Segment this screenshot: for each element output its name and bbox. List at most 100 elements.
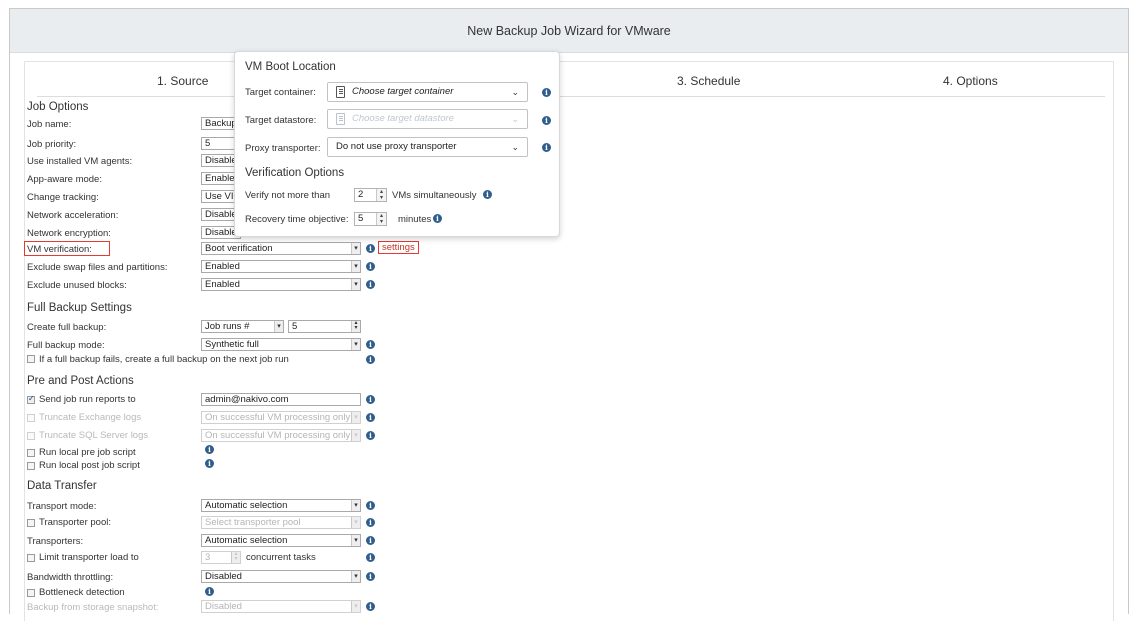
create-full-backup-select[interactable]: Job runs # ▾ xyxy=(201,320,284,333)
full-backup-mode-select[interactable]: Synthetic full ▾ xyxy=(201,338,361,351)
info-icon[interactable]: i xyxy=(205,587,214,596)
spinner-arrows-icon[interactable]: ▴ ▾ xyxy=(351,321,360,332)
full-backup-fail-label: If a full backup fails, create a full ba… xyxy=(39,354,289,365)
storage-snapshot-value: Disabled xyxy=(205,601,242,612)
chevron-down-icon: ▾ xyxy=(351,261,360,272)
info-icon[interactable]: i xyxy=(205,459,214,468)
proxy-transporter-select[interactable]: Do not use proxy transporter ⌄ xyxy=(327,137,528,157)
exclude-unused-select[interactable]: Enabled ▾ xyxy=(201,278,361,291)
tab-schedule[interactable]: 3. Schedule xyxy=(677,74,740,88)
network-encryption-label: Network encryption: xyxy=(27,228,111,239)
job-priority-label: Job priority: xyxy=(27,139,77,150)
limit-load-suffix: concurrent tasks xyxy=(246,552,316,563)
vm-verification-select[interactable]: Boot verification ▾ xyxy=(201,242,361,255)
transport-mode-select[interactable]: Automatic selection ▾ xyxy=(201,499,361,512)
truncate-exchange-label: Truncate Exchange logs xyxy=(39,412,142,423)
info-icon[interactable]: i xyxy=(205,445,214,454)
limit-load-checkbox[interactable] xyxy=(27,554,35,562)
info-icon[interactable]: i xyxy=(366,395,375,404)
proxy-transporter-label: Proxy transporter: xyxy=(245,143,321,154)
document-icon xyxy=(336,86,345,98)
truncate-exchange-select[interactable]: On successful VM processing only ▾ xyxy=(201,411,361,424)
info-icon[interactable]: i xyxy=(366,280,375,289)
wizard-window: New Backup Job Wizard for VMware 1. Sour… xyxy=(9,8,1129,621)
exclude-swap-label: Exclude swap files and partitions: xyxy=(27,262,168,273)
truncate-exchange-value: On successful VM processing only xyxy=(205,412,351,423)
chevron-down-icon: ▾ xyxy=(351,339,360,350)
info-icon[interactable]: i xyxy=(366,501,375,510)
pre-script-checkbox[interactable] xyxy=(27,449,35,457)
verify-suffix: VMs simultaneously xyxy=(392,190,477,201)
storage-snapshot-select[interactable]: Disabled ▾ xyxy=(201,600,361,613)
tab-options[interactable]: 4. Options xyxy=(943,74,998,88)
limit-load-input[interactable]: 3 ▴ ▾ xyxy=(201,551,241,564)
info-icon[interactable]: i xyxy=(366,536,375,545)
exclude-swap-select[interactable]: Enabled ▾ xyxy=(201,260,361,273)
chevron-down-icon: ▾ xyxy=(351,430,360,441)
info-icon[interactable]: i xyxy=(483,190,492,199)
send-reports-checkbox[interactable] xyxy=(27,394,35,404)
chevron-down-icon: ⌄ xyxy=(511,114,519,124)
target-container-label: Target container: xyxy=(245,87,316,98)
truncate-sql-select[interactable]: On successful VM processing only ▾ xyxy=(201,429,361,442)
full-backup-number-input[interactable]: 5 ▴ ▾ xyxy=(288,320,361,333)
info-icon[interactable]: i xyxy=(366,602,375,611)
truncate-sql-checkbox[interactable] xyxy=(27,432,35,440)
target-container-placeholder: Choose target container xyxy=(352,86,454,97)
target-datastore-select[interactable]: Choose target datastore ⌄ xyxy=(327,109,528,129)
info-icon[interactable]: i xyxy=(366,340,375,349)
verify-not-more-label: Verify not more than xyxy=(245,190,331,201)
info-icon[interactable]: i xyxy=(542,88,551,97)
job-name-label: Job name: xyxy=(27,119,72,130)
storage-snapshot-label: Backup from storage snapshot: xyxy=(27,602,159,613)
info-icon[interactable]: i xyxy=(366,262,375,271)
tab-source[interactable]: 1. Source xyxy=(157,74,208,88)
section-pre-post: Pre and Post Actions xyxy=(27,375,134,387)
chevron-down-icon: ▾ xyxy=(351,571,360,582)
vm-verification-label: VM verification: xyxy=(27,244,92,255)
chevron-down-icon: ▾ xyxy=(351,412,360,423)
info-icon[interactable]: i xyxy=(433,214,442,223)
info-icon[interactable]: i xyxy=(366,244,375,253)
chevron-down-icon: ▾ xyxy=(351,535,360,546)
info-icon[interactable]: i xyxy=(366,355,375,364)
pre-script-label: Run local pre job script xyxy=(39,447,136,458)
verify-count-input[interactable]: 2 ▴ ▾ xyxy=(354,188,387,202)
full-backup-fail-checkbox[interactable] xyxy=(27,355,35,363)
app-aware-label: App-aware mode: xyxy=(27,174,102,185)
chevron-down-icon: ▾ xyxy=(351,243,360,254)
spinner-arrows-icon[interactable]: ▴ ▾ xyxy=(376,213,386,225)
info-icon[interactable]: i xyxy=(366,431,375,440)
transporters-label: Transporters: xyxy=(27,536,84,547)
truncate-exchange-checkbox[interactable] xyxy=(27,414,35,422)
network-acceleration-label: Network acceleration: xyxy=(27,210,119,221)
transporter-pool-label: Transporter pool: xyxy=(39,517,111,528)
info-icon[interactable]: i xyxy=(366,518,375,527)
section-full-backup: Full Backup Settings xyxy=(27,302,132,314)
info-icon[interactable]: i xyxy=(366,572,375,581)
transporter-pool-checkbox[interactable] xyxy=(27,519,35,527)
proxy-transporter-value: Do not use proxy transporter xyxy=(336,141,457,152)
bandwidth-label: Bandwidth throttling: xyxy=(27,572,114,583)
info-icon[interactable]: i xyxy=(366,553,375,562)
spinner-arrows-icon[interactable]: ▴ ▾ xyxy=(231,552,240,563)
chevron-down-icon: ▾ xyxy=(351,279,360,290)
info-icon[interactable]: i xyxy=(542,116,551,125)
info-icon[interactable]: i xyxy=(366,413,375,422)
bottleneck-label: Bottleneck detection xyxy=(39,587,125,598)
bottleneck-checkbox[interactable] xyxy=(27,589,35,597)
transporters-select[interactable]: Automatic selection ▾ xyxy=(201,534,361,547)
report-email-input[interactable]: admin@nakivo.com xyxy=(201,393,361,406)
wizard-panel: 1. Source 3. Schedule 4. Options xyxy=(24,61,1114,621)
info-icon[interactable]: i xyxy=(542,143,551,152)
transporters-value: Automatic selection xyxy=(205,535,288,546)
transport-mode-value: Automatic selection xyxy=(205,500,288,511)
rto-input[interactable]: 5 ▴ ▾ xyxy=(354,212,387,226)
vm-verification-settings-link[interactable]: settings xyxy=(378,241,419,254)
target-container-select[interactable]: Choose target container ⌄ xyxy=(327,82,528,102)
spinner-arrows-icon[interactable]: ▴ ▾ xyxy=(376,189,386,201)
post-script-checkbox[interactable] xyxy=(27,462,35,470)
transport-mode-label: Transport mode: xyxy=(27,501,97,512)
bandwidth-select[interactable]: Disabled ▾ xyxy=(201,570,361,583)
transporter-pool-select[interactable]: Select transporter pool ▾ xyxy=(201,516,361,529)
